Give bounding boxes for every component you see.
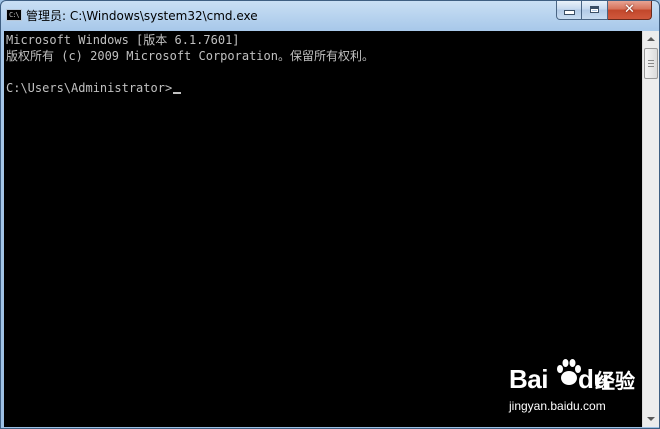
text-cursor: [173, 92, 182, 94]
console-line-1: Microsoft Windows [版本 6.1.7601]: [6, 33, 240, 47]
baidu-paw-icon: [557, 359, 581, 385]
watermark-url: jingyan.baidu.com: [509, 399, 606, 413]
minimize-icon: [565, 11, 574, 14]
console-prompt-line[interactable]: C:\Users\Administrator>: [6, 80, 182, 96]
arrow-up-icon: [647, 37, 655, 41]
scroll-up-button[interactable]: [643, 31, 659, 48]
close-button[interactable]: ✕: [608, 1, 652, 20]
window-controls: ✕: [556, 1, 652, 20]
console-prompt: C:\Users\Administrator>: [6, 81, 173, 95]
close-icon: ✕: [624, 2, 635, 17]
baidu-watermark: Bai du 经验 jingyan.baidu.com: [509, 359, 659, 419]
cmd-window: C:\ 管理员: C:\Windows\system32\cmd.exe ✕ M…: [0, 0, 660, 429]
minimize-button[interactable]: [556, 1, 582, 20]
cmd-icon-text: C:\: [9, 11, 20, 19]
watermark-suffix: 经验: [595, 369, 635, 393]
baidu-logo-text: Bai: [509, 364, 548, 394]
cmd-icon[interactable]: C:\: [6, 9, 22, 21]
maximize-button[interactable]: [582, 1, 608, 20]
console-line-2: 版权所有 (c) 2009 Microsoft Corporation。保留所有…: [6, 49, 374, 63]
maximize-icon: [590, 6, 599, 13]
scroll-thumb[interactable]: [644, 48, 658, 79]
title-bar[interactable]: C:\ 管理员: C:\Windows\system32\cmd.exe ✕: [1, 1, 659, 31]
window-title: 管理员: C:\Windows\system32\cmd.exe: [26, 9, 258, 23]
